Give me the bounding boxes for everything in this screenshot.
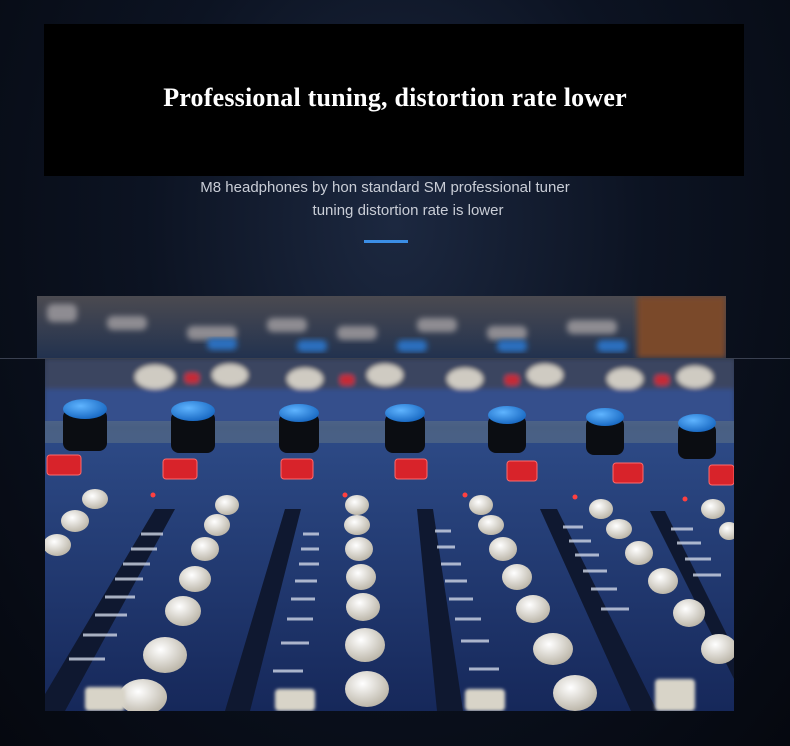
subtitle-line-2: tuning distortion rate is lower bbox=[312, 202, 504, 219]
mixer-photo-top-art bbox=[37, 296, 726, 358]
subtitle-line-1: M8 headphones by hon standard SM profess… bbox=[200, 179, 570, 196]
mixer-photo-art bbox=[45, 359, 734, 711]
accent-underline bbox=[364, 240, 408, 243]
mixer-photo-top-strip bbox=[37, 296, 726, 358]
mixer-photo bbox=[45, 359, 734, 711]
page-headline: Professional tuning, distortion rate low… bbox=[163, 83, 627, 112]
page-subtitle: M8 headphones by hon standard SM profess… bbox=[0, 176, 790, 222]
